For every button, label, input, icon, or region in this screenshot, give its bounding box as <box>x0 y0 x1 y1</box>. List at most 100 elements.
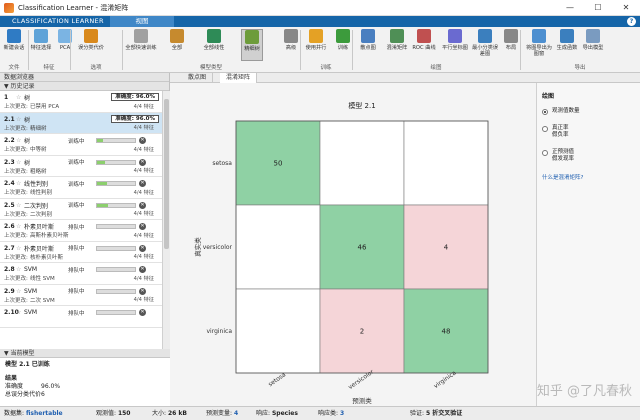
ribbon-button-advanced[interactable]: 高级 <box>282 29 300 61</box>
help-icon[interactable]: ? <box>627 17 636 26</box>
ribbon-button-label: 混淆矩阵 <box>386 45 408 51</box>
ribbon-button-pca[interactable]: PCA <box>56 29 74 61</box>
ribbon-button-label: 全部线性 <box>203 45 225 51</box>
history-model-row[interactable]: 2.7 ☆ 朴素贝叶斯 排队中 ✕ 上次更改: 核朴素贝叶斯 4/4 特征 <box>0 242 162 263</box>
favorite-star-icon[interactable]: ☆ <box>16 223 24 230</box>
cancel-training-icon[interactable]: ✕ <box>139 137 146 144</box>
history-model-row[interactable]: 2.6 ☆ 朴素贝叶斯 排队中 ✕ 上次更改: 高斯朴素贝叶斯 4/4 特征 <box>0 220 162 242</box>
ribbon-button-new-session[interactable]: 新建会话 <box>3 29 25 61</box>
ribbon-button-layout[interactable]: 布局 <box>500 29 522 61</box>
ribbon-section-label: 文件 <box>8 65 20 71</box>
favorite-star-icon[interactable]: ☆ <box>16 309 24 316</box>
cancel-training-icon[interactable]: ✕ <box>139 180 146 187</box>
model-row-line1: 2.3 ☆ 树 训练中 ✕ <box>4 158 159 167</box>
favorite-star-icon[interactable]: ☆ <box>16 137 24 144</box>
favorite-star-icon[interactable]: ☆ <box>16 116 24 123</box>
cancel-training-icon[interactable]: ✕ <box>139 158 146 166</box>
favorite-star-icon[interactable]: ☆ <box>16 245 24 252</box>
history-model-row[interactable]: 2.4 ☆ 线性判别 训练中 ✕ 上次更改: 线性判别 4/4 特征 <box>0 177 162 199</box>
ribbon-button-parallel[interactable]: 使用并行 <box>303 29 329 61</box>
ribbon-button-label: 最小分类误差图 <box>472 45 498 57</box>
model-number: 2.5 <box>4 201 15 209</box>
history-model-row[interactable]: 2.2 ☆ 树 训练中 ✕ 上次更改: 中等树 4/4 特征 <box>0 134 162 156</box>
ribbon-button-parallel-coords[interactable]: 平行坐标图 <box>442 29 468 61</box>
plot-options-title: 绘图 <box>542 93 555 100</box>
model-row-line2: 上次更改: 线性 SVM 4/4 特征 <box>4 274 159 283</box>
advanced-icon <box>284 29 298 43</box>
model-number: 2.3 <box>4 158 15 166</box>
model-number: 2.4 <box>4 180 15 187</box>
ribbon-section-label: 训练 <box>320 65 332 71</box>
favorite-star-icon[interactable]: ☆ <box>16 288 24 295</box>
history-model-row[interactable]: 2.1 ☆ 树 准确度: 96.0% 上次更改: 精细树 4/4 特征 <box>0 112 162 134</box>
data-browser-title: 数据浏览器 <box>4 74 35 81</box>
last-change-label: 上次更改: <box>4 190 28 196</box>
cancel-training-icon[interactable]: ✕ <box>139 309 146 316</box>
status-observations: 观测值: 150 <box>96 407 130 420</box>
history-model-row[interactable]: 2.9 ☆ SVM 排队中 ✕ 上次更改: 二次 SVM 4/4 特征 <box>0 285 162 306</box>
tab-confusion-matrix[interactable]: 混淆矩阵 <box>220 73 258 83</box>
history-model-row[interactable]: 2.5 ☆ 二次判别 训练中 ✕ 上次更改: 二次判别 4/4 特征 <box>0 199 162 220</box>
ribbon-button-cost[interactable]: 误分类代价 <box>78 29 104 61</box>
last-change-value: 已禁用 PCA <box>30 104 60 110</box>
cancel-training-icon[interactable]: ✕ <box>139 244 146 252</box>
ribbon-button-all[interactable]: 全部 <box>164 29 190 61</box>
export-fig-icon <box>532 29 546 43</box>
cancel-training-icon[interactable]: ✕ <box>139 266 146 273</box>
tab-view[interactable]: 视图 <box>110 16 174 27</box>
matrix-cell <box>403 120 489 206</box>
ribbon-button-roc[interactable]: ROC 曲线 <box>411 29 437 61</box>
ribbon-button-all-linear[interactable]: 全部线性 <box>196 29 232 61</box>
last-change-label: 上次更改: <box>4 168 28 175</box>
cancel-training-icon[interactable]: ✕ <box>139 201 146 209</box>
tab-scatter-plot[interactable]: 散点图 <box>182 73 214 83</box>
favorite-star-icon[interactable]: ☆ <box>16 94 24 101</box>
history-model-row[interactable]: 1 ☆ 树 准确度: 96.0% 上次更改: 已禁用 PCA 4/4 特征 <box>0 91 162 113</box>
cancel-training-icon[interactable]: ✕ <box>139 223 146 230</box>
close-button[interactable]: ✕ <box>612 0 640 16</box>
favorite-star-icon[interactable]: ☆ <box>16 159 24 166</box>
tab-classification-learner[interactable]: CLASSIFICATION LEARNER <box>6 16 110 27</box>
ribbon-button-fine-tree[interactable]: 精细树 <box>241 29 263 61</box>
ribbon-separator <box>28 30 29 70</box>
ribbon-button-gen-func[interactable]: 生成函数 <box>555 29 579 61</box>
ribbon-button-feature-select[interactable]: 特征选择 <box>30 29 52 61</box>
favorite-star-icon[interactable]: ☆ <box>16 266 24 273</box>
ribbon-button-scatter[interactable]: 散点图 <box>357 29 379 61</box>
model-type: SVM <box>24 287 38 295</box>
ribbon-button-export-fig[interactable]: 将图导出为图窗 <box>525 29 553 61</box>
ribbon-button-min-error[interactable]: 最小分类误差图 <box>471 29 499 61</box>
radio-button[interactable] <box>542 126 548 132</box>
radio-observations[interactable]: 观测值数量 <box>542 108 635 115</box>
history-scrollbar[interactable] <box>162 91 170 349</box>
status-key: 大小: <box>152 410 167 417</box>
radio-tpr-fnr[interactable]: 真正率 假负率 <box>542 125 635 139</box>
minimize-button[interactable]: — <box>556 0 584 16</box>
radio-button-selected[interactable] <box>542 109 548 115</box>
result-row: 总误分类代价 6 <box>5 391 165 399</box>
current-model-header[interactable]: ▼ 当前模型 <box>0 349 170 358</box>
cancel-training-icon[interactable]: ✕ <box>139 287 146 295</box>
ribbon-section-label: 导出 <box>574 65 586 71</box>
feature-count: 4/4 特征 <box>133 189 154 196</box>
history-model-row[interactable]: 2.3 ☆ 树 训练中 ✕ 上次更改: 粗略树 4/4 特征 <box>0 156 162 177</box>
history-model-row[interactable]: 2.8 ☆ SVM 排队中 ✕ 上次更改: 线性 SVM 4/4 特征 <box>0 263 162 285</box>
history-title: 历史记录 <box>10 83 35 90</box>
ribbon-section-label: 特征 <box>43 65 55 71</box>
cell-value-label: 46 <box>358 244 367 252</box>
radio-button[interactable] <box>542 150 548 156</box>
history-header[interactable]: ▼ 历史记录 <box>0 82 169 91</box>
ribbon-button-quick-train[interactable]: 全部快速训练 <box>124 29 158 61</box>
scrollbar-thumb[interactable] <box>164 99 169 249</box>
maximize-button[interactable]: ☐ <box>584 0 612 16</box>
ribbon-button-confusion[interactable]: 混淆矩阵 <box>385 29 409 61</box>
favorite-star-icon[interactable]: ☆ <box>16 180 24 187</box>
what-is-confusion-matrix-link[interactable]: 什么是混淆矩阵? <box>542 173 635 181</box>
model-row-line1: 2.7 ☆ 朴素贝叶斯 排队中 ✕ <box>4 244 159 253</box>
favorite-star-icon[interactable]: ☆ <box>16 202 24 209</box>
history-model-row[interactable]: 2.10 ☆ SVM 排队中 ✕ <box>0 306 162 328</box>
ribbon-button-train[interactable]: 训练 <box>333 29 353 61</box>
feature-count: 4/4 特征 <box>133 103 154 110</box>
radio-ppv-fdr[interactable]: 正预测值 假发现率 <box>542 149 635 163</box>
ribbon-button-export-model[interactable]: 导出模型 <box>582 29 604 61</box>
